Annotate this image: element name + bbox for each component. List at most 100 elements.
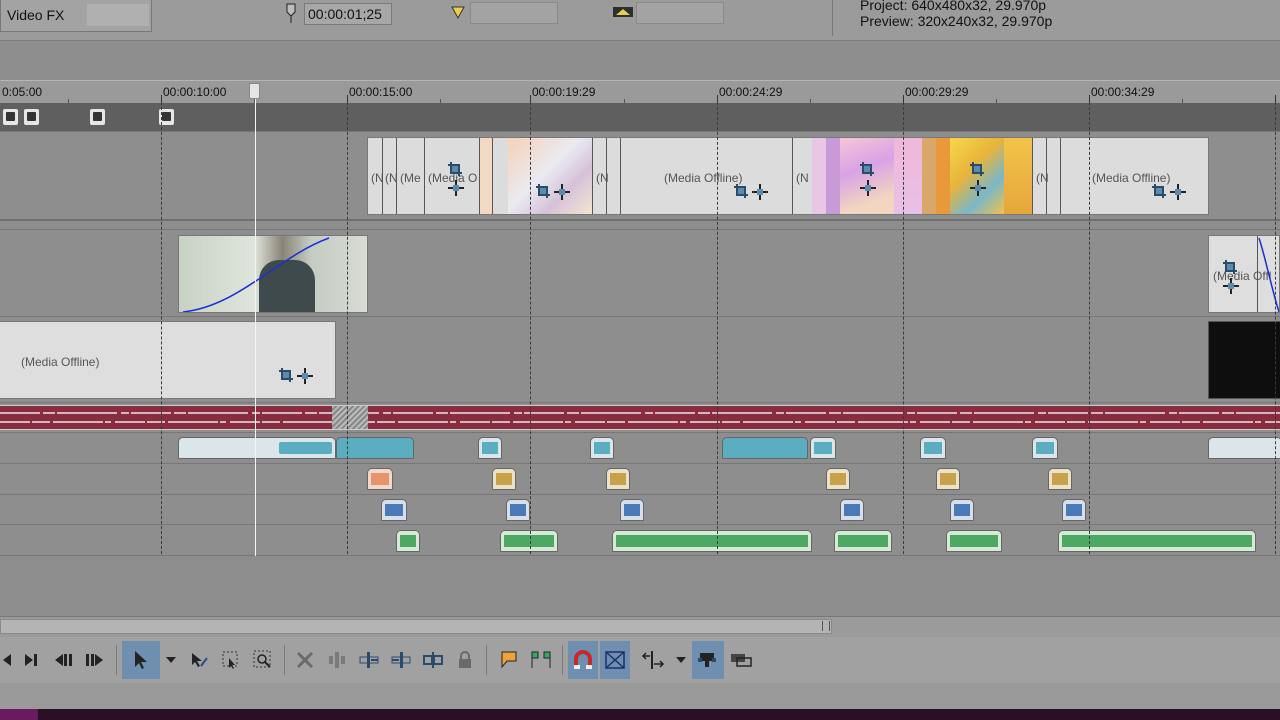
- panel-separator: [832, 0, 833, 36]
- event-crop-icon[interactable]: [1152, 184, 1166, 198]
- audio-clip[interactable]: [367, 468, 393, 490]
- cursor-position-icon: [286, 3, 296, 23]
- audio-clip[interactable]: [936, 468, 960, 490]
- playhead-handle[interactable]: [249, 83, 260, 99]
- crossfade-region[interactable]: [332, 406, 368, 429]
- selection-length-field[interactable]: [636, 2, 724, 24]
- event-crop-icon[interactable]: [1223, 260, 1237, 274]
- audio-clip[interactable]: [1058, 530, 1256, 552]
- event-crop-icon[interactable]: [970, 162, 984, 176]
- video-clip[interactable]: (Media Offl: [1208, 235, 1280, 313]
- event-crop-icon[interactable]: [448, 162, 462, 176]
- event-pan-icon[interactable]: [752, 184, 768, 200]
- marker-icon[interactable]: [24, 109, 39, 125]
- lock-envelopes-icon[interactable]: [692, 641, 724, 679]
- audio-clip[interactable]: [178, 437, 336, 459]
- selection-edit-tool-icon[interactable]: [216, 641, 246, 679]
- delete-icon[interactable]: [290, 641, 320, 679]
- audio-clip[interactable]: [590, 437, 614, 459]
- auto-ripple-icon[interactable]: [638, 641, 668, 679]
- normal-edit-tool-icon[interactable]: [122, 641, 160, 679]
- video-fx-box[interactable]: Video FX: [0, 0, 152, 32]
- audio-waveform: [814, 442, 832, 454]
- selection-start-field[interactable]: [470, 2, 558, 24]
- audio-clip[interactable]: [500, 530, 558, 552]
- preview-info: Preview: 320x240x32, 29.970p: [860, 13, 1053, 29]
- clip-label: (N: [796, 171, 809, 185]
- audio-clip[interactable]: [506, 499, 530, 521]
- event-crop-icon[interactable]: [734, 184, 748, 198]
- clip-boundary: [1060, 138, 1061, 214]
- video-clip-group[interactable]: (N (N (Me (Media O (N (Media Offline) (N…: [367, 137, 1209, 215]
- event-pan-icon[interactable]: [860, 180, 876, 196]
- trim-icon[interactable]: [322, 641, 352, 679]
- audio-clip[interactable]: [612, 530, 812, 552]
- toolbar-separator: [116, 645, 117, 675]
- audio-clip-main[interactable]: [0, 405, 1280, 430]
- auto-crossfade-icon[interactable]: [600, 641, 630, 679]
- marker-bar[interactable]: [0, 103, 1280, 131]
- audio-clip[interactable]: [478, 437, 502, 459]
- event-crop-icon[interactable]: [279, 368, 293, 382]
- audio-clip[interactable]: [1032, 437, 1058, 459]
- trim-start-icon[interactable]: [354, 641, 384, 679]
- audio-clip[interactable]: [826, 468, 850, 490]
- next-frame-icon[interactable]: [80, 641, 110, 679]
- split-icon[interactable]: [418, 641, 448, 679]
- video-clip[interactable]: [1208, 321, 1280, 399]
- video-fx-field[interactable]: [87, 4, 149, 26]
- audio-clip[interactable]: [920, 437, 946, 459]
- dropdown-arrow-icon[interactable]: [670, 641, 692, 679]
- go-to-end-icon[interactable]: [16, 641, 46, 679]
- event-pan-icon[interactable]: [1223, 278, 1239, 294]
- scrollbar-thumb[interactable]: [0, 619, 832, 634]
- audio-waveform: [385, 504, 403, 516]
- audio-clip[interactable]: [840, 499, 864, 521]
- audio-clip[interactable]: [834, 530, 892, 552]
- audio-clip[interactable]: [381, 499, 407, 521]
- clip-boundary: [792, 138, 793, 214]
- fade-envelope-curve[interactable]: [1257, 236, 1280, 313]
- envelope-edit-tool-icon[interactable]: [184, 641, 214, 679]
- event-pan-icon[interactable]: [1170, 184, 1186, 200]
- trim-end-icon[interactable]: [386, 641, 416, 679]
- marker-icon[interactable]: [90, 109, 105, 125]
- event-crop-icon[interactable]: [860, 162, 874, 176]
- audio-clip[interactable]: [606, 468, 630, 490]
- lock-icon[interactable]: [450, 641, 480, 679]
- video-clip[interactable]: (Media Offline): [0, 321, 336, 399]
- audio-clip[interactable]: [1062, 499, 1086, 521]
- audio-clip[interactable]: [950, 499, 974, 521]
- fade-envelope-curve[interactable]: [179, 236, 368, 313]
- marker-icon[interactable]: [494, 641, 524, 679]
- event-pan-icon[interactable]: [554, 184, 570, 200]
- time-ruler[interactable]: 0:05:00 00:00:10:00 00:00:15:00 00:00:19…: [0, 80, 1280, 103]
- event-crop-icon[interactable]: [536, 184, 550, 198]
- audio-clip[interactable]: [1208, 437, 1280, 459]
- clip-label: (N: [1036, 171, 1049, 185]
- audio-clip[interactable]: [810, 437, 836, 459]
- video-clip[interactable]: [178, 235, 368, 313]
- region-icon[interactable]: [526, 641, 556, 679]
- track-divider: [0, 219, 1280, 221]
- audio-clip[interactable]: [396, 530, 420, 552]
- prev-frame-icon[interactable]: [48, 641, 78, 679]
- cursor-time-field[interactable]: 00:00:01;25: [304, 3, 392, 25]
- dropdown-arrow-icon[interactable]: [160, 641, 182, 679]
- event-pan-icon[interactable]: [297, 368, 313, 384]
- event-pan-icon[interactable]: [448, 180, 464, 196]
- clip-label: (N: [371, 171, 384, 185]
- clip-thumbnail: [826, 138, 840, 214]
- snapping-icon[interactable]: [568, 641, 598, 679]
- zoom-edit-tool-icon[interactable]: [248, 641, 278, 679]
- audio-clip[interactable]: [492, 468, 516, 490]
- audio-clip[interactable]: [1048, 468, 1072, 490]
- ignore-grouping-icon[interactable]: [726, 641, 756, 679]
- audio-clip[interactable]: [722, 437, 808, 459]
- playhead-cursor[interactable]: [255, 84, 256, 614]
- event-pan-icon[interactable]: [970, 180, 986, 196]
- audio-clip[interactable]: [946, 530, 1002, 552]
- marker-icon[interactable]: [3, 109, 18, 125]
- horizontal-scrollbar[interactable]: [0, 616, 1280, 637]
- audio-clip[interactable]: [620, 499, 644, 521]
